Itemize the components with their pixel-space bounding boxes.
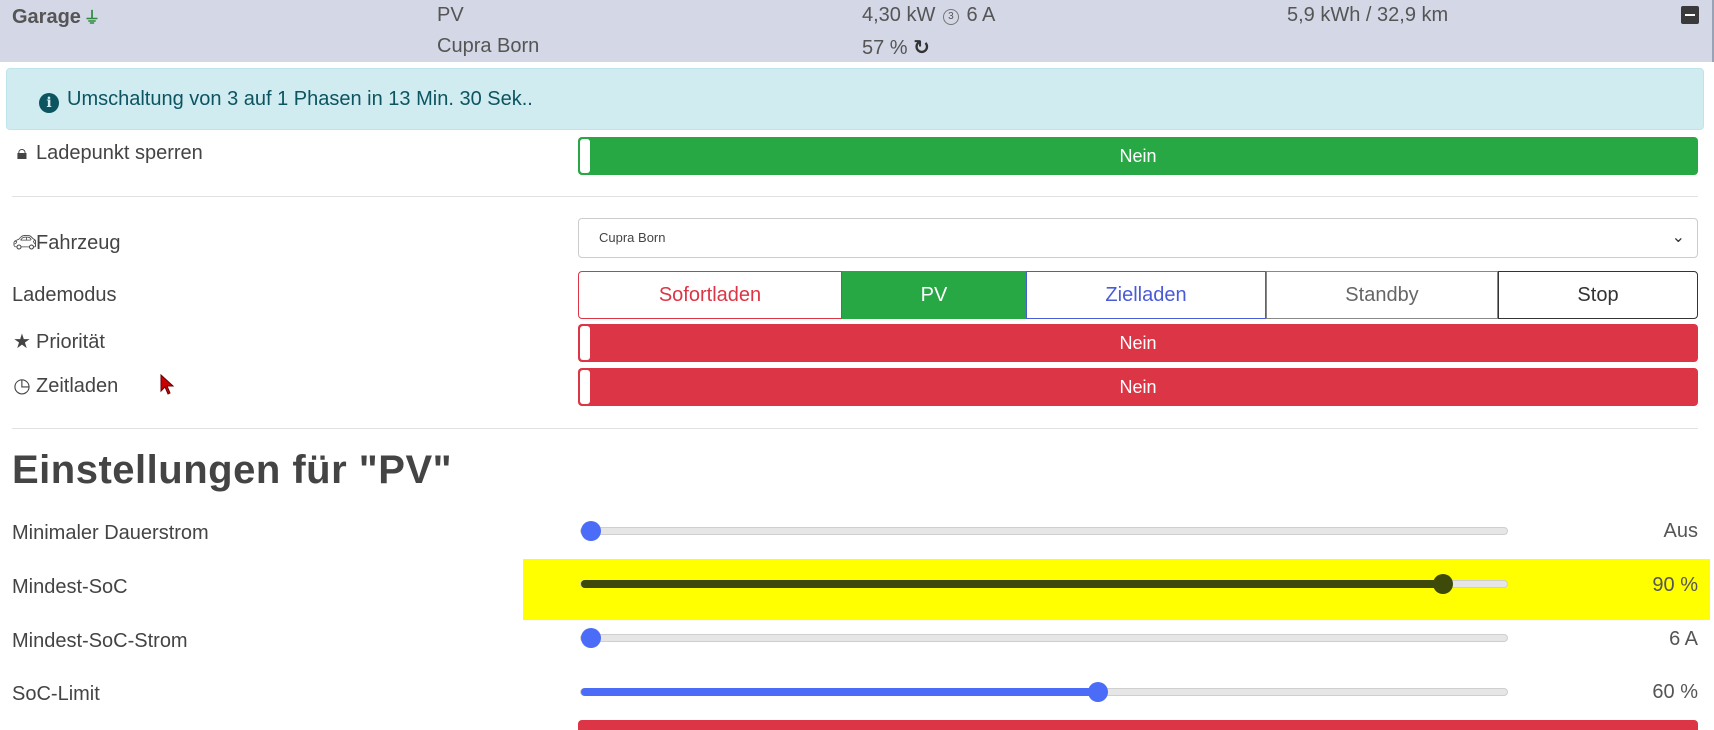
lock-toggle[interactable]: Nein xyxy=(578,137,1698,175)
slider-label: Minimaler Dauerstrom xyxy=(12,522,209,544)
vehicle-label: 🚗︎Fahrzeug xyxy=(12,232,121,254)
divider xyxy=(12,428,1698,429)
charge-mode-group: Sofortladen PV Zielladen Standby Stop xyxy=(578,271,1698,319)
info-icon: i xyxy=(39,93,59,113)
mode-zielladen-button[interactable]: Zielladen xyxy=(1026,271,1266,319)
clock-icon: ◷ xyxy=(13,375,31,397)
mode-sofortladen-button[interactable]: Sofortladen xyxy=(578,271,842,319)
header-energy: 5,9 kWh / 32,9 km xyxy=(1287,4,1449,26)
collapse-icon[interactable] xyxy=(1681,6,1699,24)
phase-switch-alert: i Umschaltung von 3 auf 1 Phasen in 13 Mi… xyxy=(6,68,1704,130)
header-power: 4,30 kW 3 6 A xyxy=(862,4,996,26)
slider-thumb[interactable] xyxy=(581,628,601,648)
priority-toggle[interactable]: Nein xyxy=(578,324,1698,362)
charge-point-name: Garage ⏚ xyxy=(12,6,100,28)
soc-limit-value: 60 % xyxy=(1652,681,1698,703)
timed-charging-toggle[interactable]: Nein xyxy=(578,368,1698,406)
min-current-slider[interactable] xyxy=(580,521,1508,541)
plug-icon: ⏚ xyxy=(83,10,100,27)
slider-label: Mindest-SoC-Strom xyxy=(12,630,188,652)
mode-standby-button[interactable]: Standby xyxy=(1266,271,1498,319)
soc-limit-slider[interactable] xyxy=(580,682,1508,702)
lock-icon: 🔒︎ xyxy=(16,142,28,164)
divider xyxy=(12,196,1698,197)
star-icon: ★ xyxy=(13,331,31,353)
car-icon: 🚗︎ xyxy=(12,232,38,254)
slider-label: Mindest-SoC xyxy=(12,576,128,598)
phase-icon: 3 xyxy=(942,9,959,25)
slider-fill xyxy=(581,688,1098,696)
highlighted-row xyxy=(523,559,1710,620)
slider-thumb[interactable] xyxy=(1088,682,1108,702)
min-soc-value: 90 % xyxy=(1652,574,1698,596)
lock-label: 🔒︎ Ladepunkt sperren xyxy=(12,142,203,165)
next-toggle[interactable] xyxy=(578,720,1698,730)
settings-title: Einstellungen für "PV" xyxy=(12,448,453,492)
charge-mode-label: Lademodus xyxy=(12,284,117,306)
header-vehicle: Cupra Born xyxy=(437,35,540,57)
alert-text: Umschaltung von 3 auf 1 Phasen in 13 Min… xyxy=(67,88,533,110)
timed-charging-label: ◷ Zeitladen xyxy=(13,375,119,397)
min-soc-current-value: 6 A xyxy=(1669,628,1698,650)
min-current-value: Aus xyxy=(1663,520,1698,542)
slider-label: SoC-Limit xyxy=(12,683,100,705)
slider-fill xyxy=(581,580,1443,588)
charge-point-header[interactable]: Garage ⏚ PV Cupra Born 4,30 kW 3 6 A 57 %… xyxy=(0,0,1714,62)
vehicle-select[interactable]: Cupra Born ⌄ xyxy=(578,218,1698,258)
slider-thumb[interactable] xyxy=(1433,574,1453,594)
mode-pv-button[interactable]: PV xyxy=(842,271,1026,319)
refresh-icon[interactable]: ↻ xyxy=(913,37,930,59)
chevron-down-icon: ⌄ xyxy=(1671,229,1685,246)
min-soc-current-slider[interactable] xyxy=(580,628,1508,648)
min-soc-slider[interactable] xyxy=(580,574,1508,594)
priority-label: ★ Priorität xyxy=(13,331,105,353)
slider-thumb[interactable] xyxy=(581,521,601,541)
mouse-cursor-icon xyxy=(160,374,175,395)
mode-stop-button[interactable]: Stop xyxy=(1498,271,1698,319)
header-soc: 57 % ↻ xyxy=(862,37,930,59)
header-mode: PV xyxy=(437,4,464,26)
